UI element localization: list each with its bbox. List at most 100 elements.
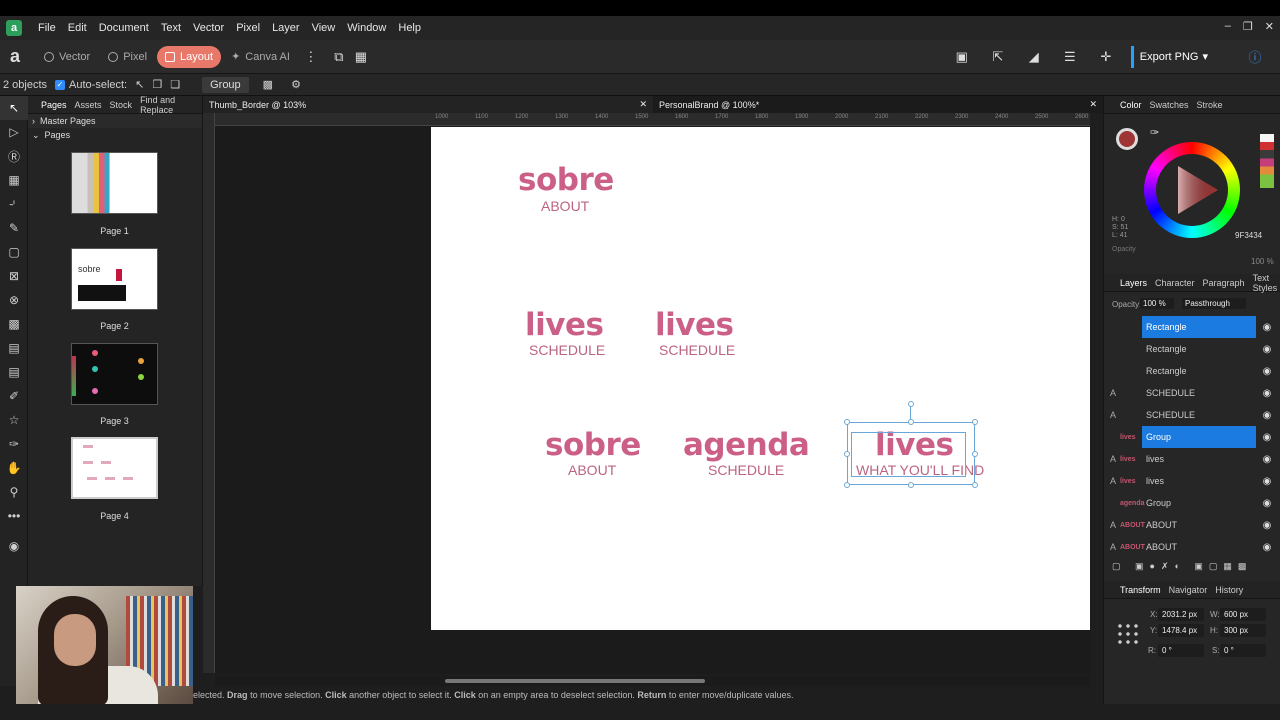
menu-pixel[interactable]: Pixel — [230, 22, 266, 34]
color-picker-tool[interactable]: ✑ — [0, 432, 28, 456]
layer-row[interactable]: agenda Group ◉ — [1106, 492, 1278, 514]
menu-edit[interactable]: Edit — [62, 22, 93, 34]
page-2-thumbnail[interactable]: sobre — [71, 248, 158, 310]
y-field[interactable]: 1478.4 px — [1158, 624, 1204, 637]
persona-pixel[interactable]: Pixel — [100, 46, 155, 68]
persona-vector[interactable]: Vector — [36, 46, 98, 68]
tab-swatches[interactable]: Swatches — [1150, 100, 1189, 110]
tab-character[interactable]: Character — [1155, 278, 1195, 288]
tab-find-replace[interactable]: Find and Replace — [140, 95, 202, 115]
node-tool[interactable]: ▷ — [0, 120, 28, 144]
ellipse-frame-tool[interactable]: ⊗ — [0, 288, 28, 312]
table-tool[interactable]: ▦ — [0, 168, 28, 192]
lives-title-1[interactable]: lives — [525, 307, 604, 343]
resize-handle-t[interactable] — [908, 419, 914, 425]
visibility-eye-icon[interactable]: ◉ — [1256, 366, 1278, 377]
visibility-eye-icon[interactable]: ◉ — [1256, 520, 1278, 531]
color-wheel[interactable] — [1144, 142, 1240, 238]
about-subtitle-2[interactable]: ABOUT — [568, 462, 616, 478]
pen-tool[interactable]: ✎ — [0, 216, 28, 240]
menu-view[interactable]: View — [306, 22, 342, 34]
agenda-title[interactable]: agenda — [683, 427, 810, 463]
move-tool[interactable]: ↖ — [0, 96, 28, 120]
tab-color[interactable]: Color — [1120, 100, 1142, 110]
menu-text[interactable]: Text — [155, 22, 187, 34]
studio-link-icon[interactable]: a — [4, 46, 26, 68]
group-button[interactable]: Group — [202, 76, 249, 93]
horizontal-scrollbar[interactable] — [215, 676, 1090, 686]
hand-tool[interactable]: ✋ — [0, 456, 28, 480]
tab-navigator[interactable]: Navigator — [1169, 585, 1208, 595]
master-pages-row[interactable]: › Master Pages — [28, 114, 202, 128]
page-1-thumbnail[interactable] — [71, 152, 158, 214]
align-icon[interactable]: ☰ — [1059, 46, 1081, 68]
layer-row[interactable]: A ABOUT ABOUT ◉ — [1106, 536, 1278, 558]
resize-handle-bl[interactable] — [844, 482, 850, 488]
rotation-field[interactable]: 0 ° — [1158, 644, 1204, 657]
resize-handle-tl[interactable] — [844, 419, 850, 425]
schedule-subtitle-3[interactable]: SCHEDULE — [708, 462, 784, 478]
layer-row[interactable]: Rectangle ◉ — [1106, 316, 1278, 338]
move-tool-icon[interactable]: ⇱ — [987, 46, 1009, 68]
anchor-point-selector[interactable] — [1116, 622, 1140, 646]
restore-icon[interactable]: ❐ — [1243, 20, 1253, 33]
page-3-thumbnail[interactable] — [71, 343, 158, 405]
snapping-icon[interactable]: ⧉ — [328, 46, 350, 68]
visibility-eye-icon[interactable]: ◉ — [1256, 388, 1278, 399]
shear-field[interactable]: 0 ° — [1220, 644, 1266, 657]
crop-tool[interactable]: ⌏ — [0, 192, 28, 216]
persona-canva-ai[interactable]: ✦ Canva AI — [223, 46, 298, 68]
pointer-icon[interactable]: ↖ — [135, 78, 144, 91]
menu-window[interactable]: Window — [341, 22, 392, 34]
layer-opacity-field[interactable]: 100 % — [1140, 298, 1174, 309]
visibility-eye-icon[interactable]: ◉ — [1256, 322, 1278, 333]
menu-document[interactable]: Document — [93, 22, 155, 34]
visibility-eye-icon[interactable]: ◉ — [1256, 498, 1278, 509]
rectangle-tool[interactable]: ▢ — [0, 240, 28, 264]
resize-handle-tr[interactable] — [972, 419, 978, 425]
rotate-handle[interactable] — [908, 401, 914, 407]
layer-row[interactable]: Alives lives ◉ — [1106, 448, 1278, 470]
layer-row[interactable]: lives Group ◉ — [1106, 426, 1278, 448]
tab-thumb-border[interactable]: Thumb_Border @ 103% ✕ — [203, 96, 653, 113]
sobre-title-1[interactable]: sobre — [518, 162, 614, 198]
fill-color-swatch[interactable] — [1116, 128, 1138, 150]
tab-paragraph[interactable]: Paragraph — [1203, 278, 1245, 288]
flip-icon[interactable]: ◢ — [1023, 46, 1045, 68]
close-tab-icon[interactable]: ✕ — [1089, 99, 1097, 110]
tab-text-styles[interactable]: Text Styles — [1253, 273, 1280, 293]
fill-tool[interactable]: ✐ — [0, 384, 28, 408]
tab-pages[interactable]: Pages — [41, 100, 67, 110]
visibility-eye-icon[interactable]: ◉ — [1256, 454, 1278, 465]
h-field[interactable]: 300 px — [1220, 624, 1266, 637]
layer-row[interactable]: A ABOUT ABOUT ◉ — [1106, 514, 1278, 536]
tab-transform[interactable]: Transform — [1120, 585, 1161, 595]
scrollbar-thumb[interactable] — [445, 679, 705, 683]
tab-layers[interactable]: Layers — [1120, 278, 1147, 288]
x-field[interactable]: 2031.2 px — [1158, 608, 1204, 621]
lives-title-2[interactable]: lives — [655, 307, 734, 343]
layer-row[interactable]: Rectangle ◉ — [1106, 338, 1278, 360]
question-icon[interactable]: ⓘ — [1244, 46, 1266, 68]
visibility-eye-icon[interactable]: ◉ — [1256, 542, 1278, 553]
schedule-subtitle-1[interactable]: SCHEDULE — [529, 342, 605, 358]
select-group-icon[interactable]: ❏ — [170, 78, 180, 91]
menu-help[interactable]: Help — [392, 22, 427, 34]
sobre-title-2[interactable]: sobre — [545, 427, 641, 463]
hex-value[interactable]: 9F3434 — [1235, 231, 1262, 240]
export-png-button[interactable]: Export PNG ▾ — [1130, 45, 1214, 68]
more-options-icon[interactable]: ⋮ — [300, 46, 322, 68]
recent-swatches[interactable] — [1260, 134, 1274, 188]
persona-layout[interactable]: Layout — [157, 45, 222, 68]
tab-history[interactable]: History — [1215, 585, 1243, 595]
about-subtitle-1[interactable]: ABOUT — [541, 198, 589, 214]
layer-row[interactable]: Rectangle ◉ — [1106, 360, 1278, 382]
color-triangle[interactable] — [1156, 154, 1228, 226]
visibility-eye-icon[interactable]: ◉ — [1256, 476, 1278, 487]
blend-mode-select[interactable]: Passthrough — [1182, 298, 1246, 309]
image-tool[interactable]: ▩ — [0, 312, 28, 336]
settings-gear-icon[interactable]: ⚙ — [291, 78, 301, 91]
brush-options-icon[interactable]: ✛ — [1095, 46, 1117, 68]
resize-handle-r[interactable] — [972, 451, 978, 457]
schedule-subtitle-2[interactable]: SCHEDULE — [659, 342, 735, 358]
